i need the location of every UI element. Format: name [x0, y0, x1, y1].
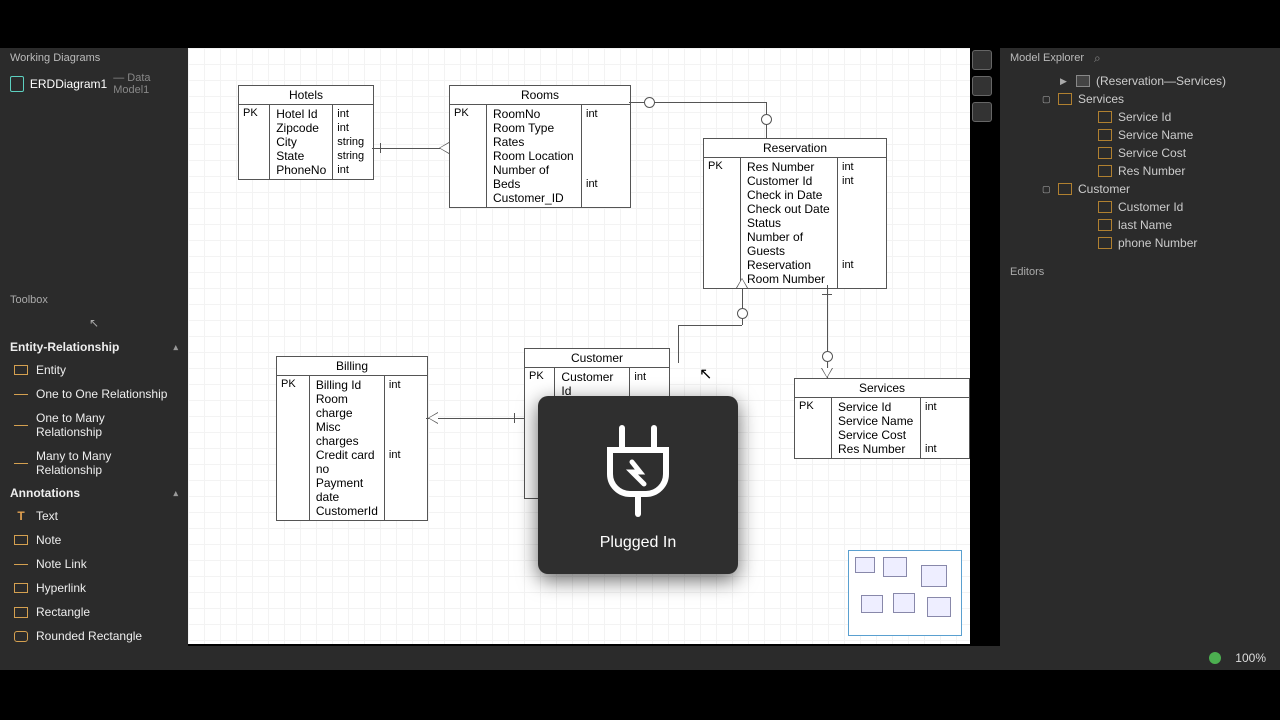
status-bar: 100%	[0, 646, 1280, 670]
tree-node[interactable]: last Name	[1000, 216, 1280, 234]
entity-columns: Hotel IdZipcodeCityStatePhoneNo	[270, 105, 333, 179]
working-diagrams-header: Working Diagrams	[0, 48, 188, 68]
tool-many-to-many[interactable]: Many to Many Relationship	[0, 444, 188, 482]
entity-billing[interactable]: Billing PK Billing IdRoom chargeMisc cha…	[276, 356, 428, 521]
tool-hyperlink[interactable]: Hyperlink	[0, 576, 188, 600]
node-label: Service Id	[1118, 110, 1171, 124]
optional-icon	[761, 114, 772, 125]
tree-node[interactable]: ▢ Services	[1000, 90, 1280, 108]
optional-icon	[644, 97, 655, 108]
crosshair-icon[interactable]	[972, 76, 992, 96]
tree-node[interactable]: ▶ (Reservation—Services)	[1000, 72, 1280, 90]
er-section-header[interactable]: Entity-Relationship▴	[0, 336, 188, 358]
caret-icon: ▢	[1042, 94, 1052, 105]
explorer-tree: ▶ (Reservation—Services) ▢ Services Serv…	[1000, 68, 1280, 256]
tool-rectangle[interactable]: Rectangle	[0, 600, 188, 624]
crowsfoot-icon	[821, 368, 833, 378]
crowsfoot-icon	[428, 412, 438, 424]
tool-rounded-rectangle[interactable]: Rounded Rectangle	[0, 624, 188, 648]
crowsfoot-icon	[439, 142, 449, 154]
node-icon	[1098, 129, 1112, 141]
mouse-cursor: ↖	[699, 364, 712, 384]
tool-entity[interactable]: Entity	[0, 358, 188, 382]
file-model: — Data Model1	[113, 72, 178, 96]
toast-label: Plugged In	[538, 518, 738, 574]
crowsfoot-icon	[736, 278, 748, 288]
caret-icon: ▢	[1042, 184, 1052, 195]
home-icon[interactable]	[972, 50, 992, 70]
node-label: Service Cost	[1118, 146, 1186, 160]
toolbox-panel: Toolbox ↖ Entity-Relationship▴ Entity On…	[0, 290, 188, 648]
rel-billing-customer	[426, 418, 524, 419]
node-label: Customer	[1078, 182, 1130, 196]
node-icon	[1058, 183, 1072, 195]
node-icon	[1098, 147, 1112, 159]
tool-text[interactable]: TText	[0, 504, 188, 528]
entity-types: intintstringstringint	[333, 105, 373, 179]
tree-node[interactable]: Service Id	[1000, 108, 1280, 126]
rel-reservation-services	[827, 285, 828, 378]
model-explorer-header: Model Explorer	[1010, 52, 1084, 64]
tool-note-link[interactable]: Note Link	[0, 552, 188, 576]
anno-section-header[interactable]: Annotations▴	[0, 482, 188, 504]
editors-header: Editors	[1000, 262, 1280, 282]
node-label: Service Name	[1118, 128, 1193, 142]
left-panel: Working Diagrams ERDDiagram1 — Data Mode…	[0, 48, 188, 646]
tree-node[interactable]: phone Number	[1000, 234, 1280, 252]
node-icon	[1098, 201, 1112, 213]
node-label: Customer Id	[1118, 200, 1183, 214]
entity-services[interactable]: Services PK Service IdService NameServic…	[794, 378, 970, 459]
node-icon	[1058, 93, 1072, 105]
entity-reservation[interactable]: Reservation PK Res NumberCustomer IdChec…	[703, 138, 887, 289]
tool-one-to-many[interactable]: One to Many Relationship	[0, 406, 188, 444]
minimap[interactable]	[848, 550, 962, 636]
node-icon	[1098, 111, 1112, 123]
node-icon	[1098, 165, 1112, 177]
caret-icon: ▶	[1060, 76, 1070, 87]
toolbox-header: Toolbox	[0, 290, 188, 310]
zoom-level[interactable]: 100%	[1235, 651, 1266, 665]
grid-icon[interactable]	[972, 102, 992, 122]
tool-one-to-one[interactable]: One to One Relationship	[0, 382, 188, 406]
rel-hotels-rooms	[372, 148, 449, 149]
node-label: Services	[1078, 92, 1124, 106]
canvas-tools-strip	[972, 48, 996, 122]
diagram-canvas[interactable]: Hotels PK Hotel IdZipcodeCityStatePhoneN…	[188, 48, 970, 644]
collapse-icon: ▴	[173, 488, 178, 499]
node-icon	[1076, 75, 1090, 87]
pointer-tool[interactable]: ↖	[0, 310, 188, 336]
diagram-file-item[interactable]: ERDDiagram1 — Data Model1	[0, 68, 188, 100]
tree-node[interactable]: Service Name	[1000, 126, 1280, 144]
plugged-in-toast: Plugged In	[538, 396, 738, 574]
tree-node[interactable]: Res Number	[1000, 162, 1280, 180]
collapse-icon: ▴	[173, 342, 178, 353]
file-name: ERDDiagram1	[30, 77, 107, 91]
node-label: (Reservation—Services)	[1096, 74, 1226, 88]
status-ok-icon	[1209, 652, 1221, 664]
tree-node[interactable]: Customer Id	[1000, 198, 1280, 216]
tree-node[interactable]: Service Cost	[1000, 144, 1280, 162]
search-icon[interactable]: ⌕	[1094, 51, 1101, 66]
node-icon	[1098, 237, 1112, 249]
node-label: phone Number	[1118, 236, 1197, 250]
entity-hotels[interactable]: Hotels PK Hotel IdZipcodeCityStatePhoneN…	[238, 85, 374, 180]
tree-node[interactable]: ▢ Customer	[1000, 180, 1280, 198]
rel-reservation-customer	[742, 285, 743, 325]
node-icon	[1098, 219, 1112, 231]
node-label: last Name	[1118, 218, 1172, 232]
plug-icon	[592, 422, 684, 518]
right-panel: Model Explorer ⌕ ▶ (Reservation—Services…	[1000, 48, 1280, 646]
entity-rooms[interactable]: Rooms PK RoomNoRoom TypeRatesRoom Locati…	[449, 85, 631, 208]
tool-note[interactable]: Note	[0, 528, 188, 552]
node-label: Res Number	[1118, 164, 1185, 178]
erd-icon	[10, 76, 24, 92]
